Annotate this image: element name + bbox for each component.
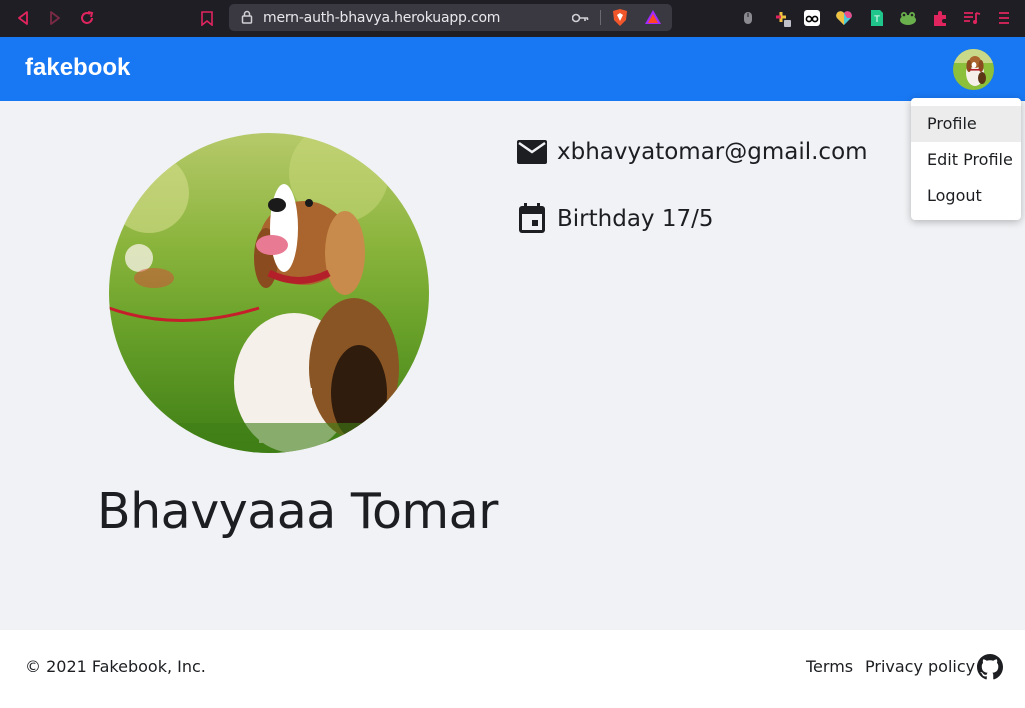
email-row: xbhavyatomar@gmail.com	[516, 136, 868, 167]
green-extension-icon[interactable]: T	[866, 7, 888, 29]
calendar-icon	[516, 203, 547, 234]
svg-text:T: T	[873, 15, 880, 25]
menu-item-profile[interactable]: Profile	[911, 106, 1021, 142]
playlist-icon[interactable]	[961, 7, 983, 29]
address-bar[interactable]: mern-auth-bhavya.herokuapp.com	[229, 4, 672, 31]
menu-item-logout[interactable]: Logout	[911, 178, 1021, 214]
key-icon[interactable]	[571, 11, 590, 29]
mouse-icon[interactable]	[737, 7, 759, 29]
reload-icon[interactable]	[77, 8, 97, 28]
email-text: xbhavyatomar@gmail.com	[557, 138, 868, 165]
forward-icon[interactable]	[45, 8, 65, 28]
back-icon[interactable]	[13, 8, 33, 28]
puzzle-extension-icon[interactable]	[771, 7, 793, 29]
profile-photo	[109, 133, 429, 453]
avatar[interactable]	[953, 49, 994, 90]
glasses-extension-icon[interactable]	[801, 7, 823, 29]
mail-icon	[516, 136, 547, 167]
terms-link[interactable]: Terms	[806, 657, 853, 676]
frog-extension-icon[interactable]	[897, 7, 919, 29]
brave-shields-icon[interactable]	[611, 8, 629, 32]
browser-toolbar: mern-auth-bhavya.herokuapp.com T	[0, 0, 1025, 37]
url-text: mern-auth-bhavya.herokuapp.com	[263, 10, 501, 26]
copyright-text: © 2021 Fakebook, Inc.	[25, 657, 206, 676]
privacy-policy-link[interactable]: Privacy policy	[865, 657, 975, 676]
footer: © 2021 Fakebook, Inc. Terms Privacy poli…	[0, 630, 1025, 708]
bookmark-icon[interactable]	[197, 8, 217, 28]
menu-icon[interactable]	[993, 7, 1015, 29]
github-icon[interactable]	[977, 654, 1003, 680]
brave-rewards-icon[interactable]	[644, 9, 662, 30]
brand-logo[interactable]: fakebook	[25, 54, 130, 82]
extensions-icon[interactable]	[929, 7, 951, 29]
birthday-row: Birthday 17/5	[516, 203, 714, 234]
menu-item-edit-profile[interactable]: Edit Profile	[911, 142, 1021, 178]
profile-name: Bhavyaaa Tomar	[97, 483, 498, 540]
birthday-text: Birthday 17/5	[557, 205, 714, 232]
heart-extension-icon[interactable]	[833, 7, 855, 29]
app-header: fakebook	[0, 37, 1025, 101]
account-dropdown: Profile Edit Profile Logout	[911, 98, 1021, 220]
lock-icon	[241, 10, 253, 29]
url-divider	[600, 10, 601, 25]
